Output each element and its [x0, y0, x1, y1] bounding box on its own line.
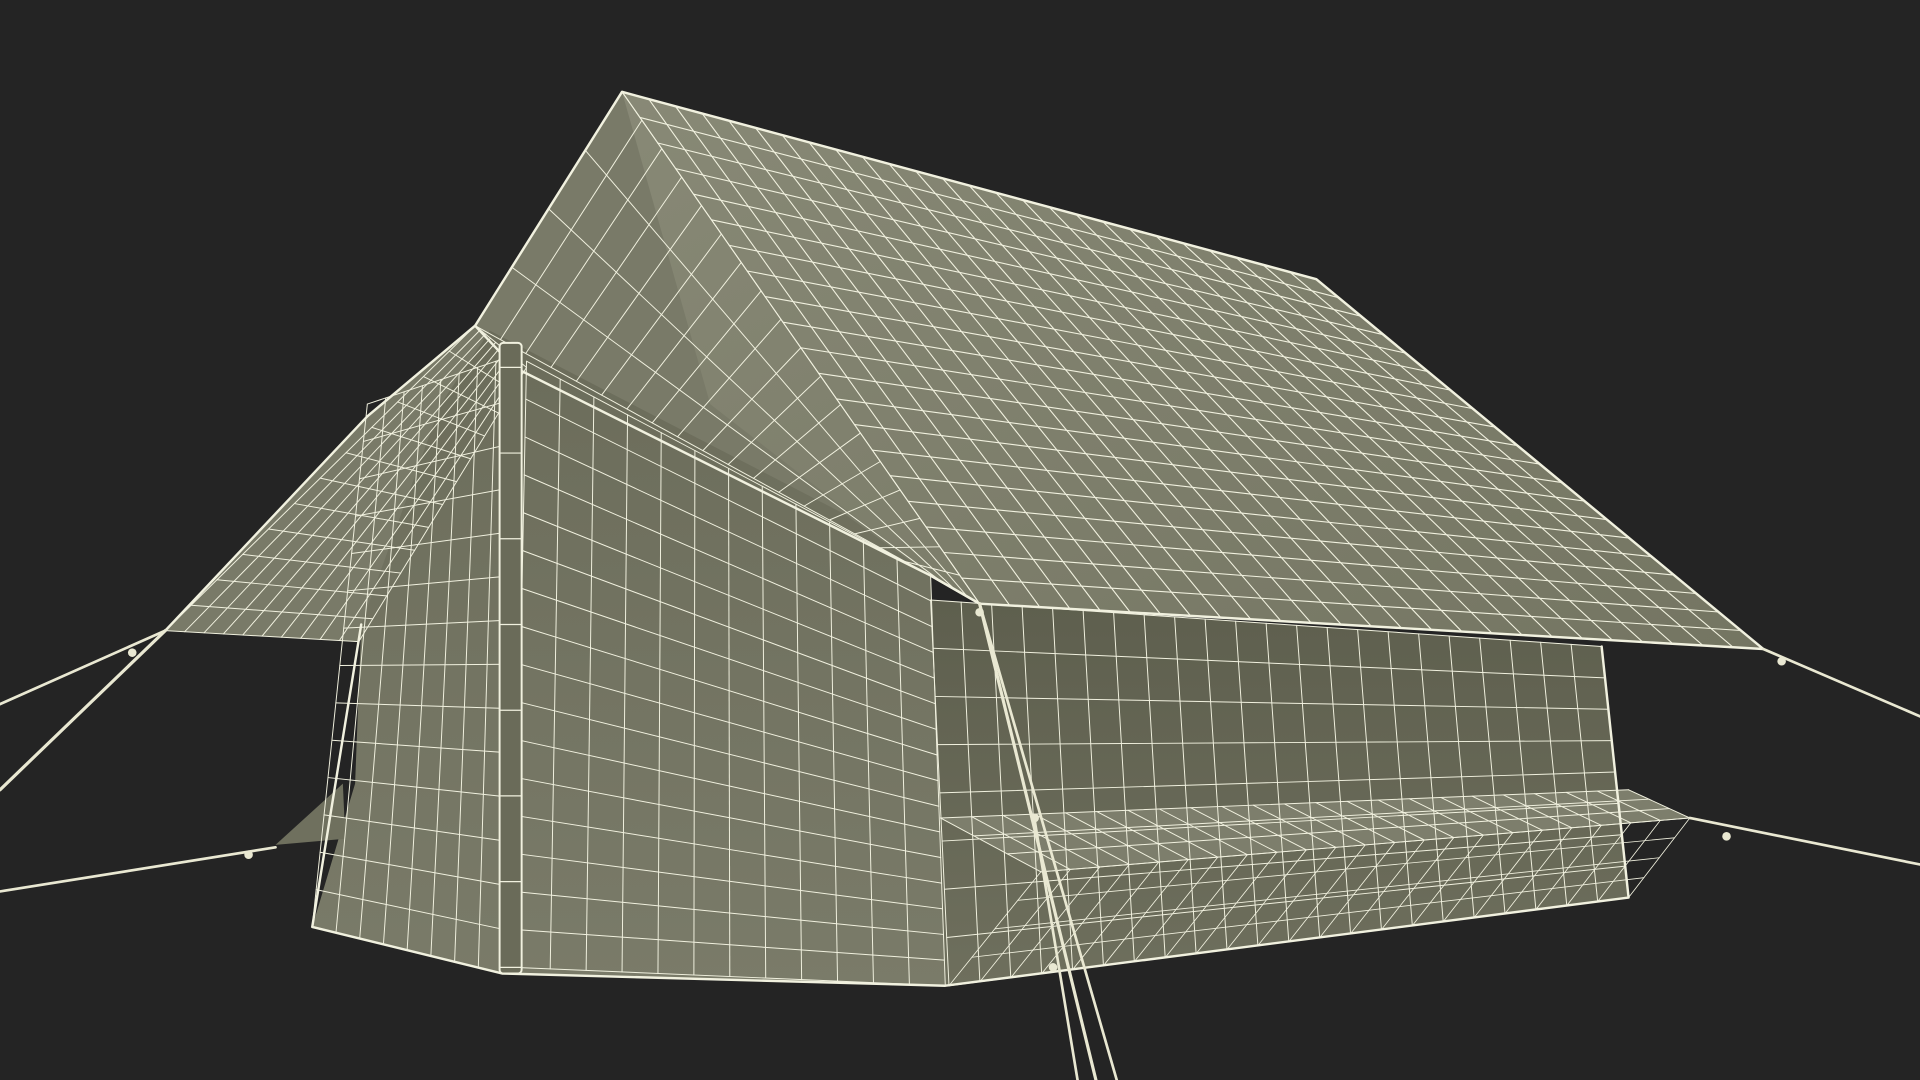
render-viewport	[0, 0, 1920, 1080]
rope-tensioner	[1030, 813, 1039, 823]
rope-tensioner	[1722, 832, 1731, 841]
rope-tensioner	[975, 607, 984, 617]
rope-tensioner	[1777, 656, 1786, 666]
guy-rope-right-upper	[1761, 647, 1920, 718]
tent-wireframe-scene	[0, 90, 1920, 1080]
guy-rope-right-lower	[1688, 816, 1920, 866]
rope-tensioner	[127, 648, 137, 657]
guy-rope-left-lower	[0, 846, 277, 893]
guy-rope-left-diag	[0, 629, 167, 792]
guy-rope-left-upper	[0, 629, 167, 706]
rope-tensioner	[1048, 963, 1058, 972]
rope-tensioner	[244, 850, 253, 859]
tent-pole	[498, 341, 523, 975]
